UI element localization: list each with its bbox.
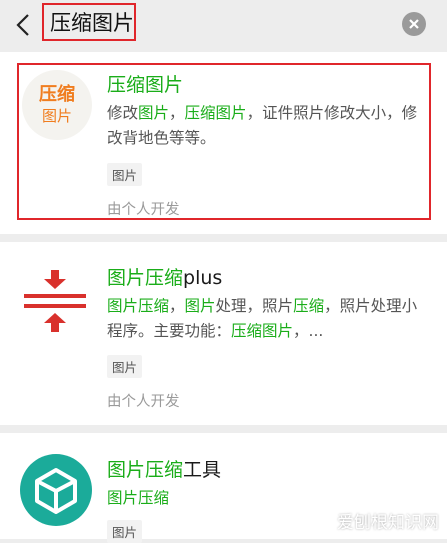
clear-search-button[interactable] — [402, 12, 426, 36]
close-icon — [409, 19, 419, 29]
icon-text-line1: 压缩 — [39, 84, 75, 105]
result-title[interactable]: 图片压缩plus — [107, 263, 222, 290]
back-button[interactable] — [10, 8, 36, 42]
developer-info: 由个人开发 — [107, 394, 180, 410]
category-tag: 图片 — [107, 163, 143, 186]
cube-icon — [35, 468, 77, 514]
result-title[interactable]: 压缩图片 — [107, 70, 183, 97]
result-description: 修改图片，压缩图片，证件照片修改大小，修改背地色等等。 — [107, 104, 418, 147]
category-tag: 图片 — [107, 520, 143, 543]
category-tag: 图片 — [107, 355, 143, 378]
compress-arrows-icon — [24, 270, 86, 332]
developer-info: 由个人开发 — [107, 202, 180, 218]
app-icon-compress-image: 压缩 图片 — [22, 70, 92, 140]
result-description: 图片压缩，图片处理，照片压缩，照片处理小程序。主要功能：压缩图片，... — [107, 297, 418, 340]
search-query-text: 压缩图片 — [50, 11, 134, 35]
result-description: 图片压缩 — [107, 489, 170, 507]
chevron-left-icon — [16, 14, 29, 36]
watermark-text: 爱刨根知识网 — [337, 513, 439, 533]
search-input[interactable]: 压缩图片 — [42, 3, 136, 41]
app-icon-image-compress-tool — [20, 454, 92, 526]
icon-text-line2: 图片 — [41, 107, 72, 125]
result-title[interactable]: 图片压缩工具 — [107, 455, 221, 482]
